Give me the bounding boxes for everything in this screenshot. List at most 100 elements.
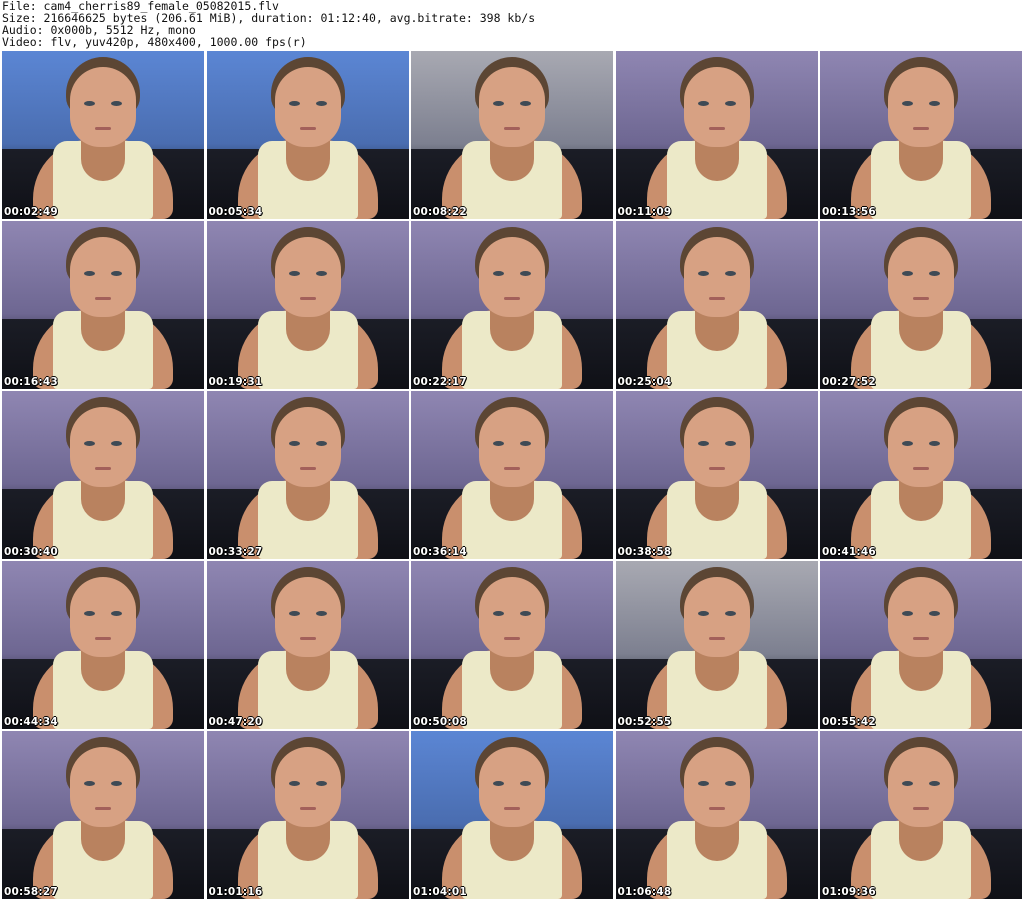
- face: [274, 237, 341, 317]
- right-eye: [315, 271, 327, 276]
- video-frame-thumbnail: 00:41:46: [820, 391, 1022, 559]
- frame-timestamp: 01:06:48: [617, 886, 672, 898]
- mouth: [504, 127, 520, 130]
- mouth: [299, 637, 316, 640]
- video-frame-thumbnail: 00:58:27: [2, 731, 204, 899]
- mouth: [95, 807, 111, 810]
- frame-timestamp: 00:25:04: [617, 376, 672, 388]
- left-eye: [697, 101, 709, 106]
- frame-timestamp: 00:47:20: [208, 716, 263, 728]
- left-eye: [902, 441, 913, 446]
- video-frame-thumbnail: 00:36:14: [411, 391, 613, 559]
- frame-timestamp: 00:52:55: [617, 716, 672, 728]
- person-figure: [23, 57, 183, 219]
- mouth: [708, 807, 725, 810]
- frame-timestamp: 00:33:27: [208, 546, 263, 558]
- video-frame-thumbnail: 00:44:34: [2, 561, 204, 729]
- left-eye: [288, 271, 300, 276]
- file-info-header: File: cam4_cherris89_female_05082015.flv…: [2, 0, 1022, 50]
- face: [683, 747, 750, 827]
- person-figure: [841, 737, 1001, 899]
- video-frame-thumbnail: 00:30:40: [2, 391, 204, 559]
- mouth: [913, 127, 929, 130]
- frame-timestamp: 00:50:08: [413, 716, 467, 728]
- person-figure: [228, 567, 388, 729]
- video-frame-thumbnail: 01:04:01: [411, 731, 613, 899]
- person-figure: [228, 397, 388, 559]
- video-frame-thumbnail: 00:25:04: [615, 221, 818, 389]
- frame-timestamp: 00:58:27: [4, 886, 58, 898]
- frame-timestamp: 00:08:22: [413, 206, 467, 218]
- person-figure: [432, 227, 592, 389]
- frame-timestamp: 00:41:46: [822, 546, 876, 558]
- left-eye: [493, 271, 504, 276]
- frame-timestamp: 00:02:49: [4, 206, 58, 218]
- person-figure: [228, 57, 388, 219]
- person-figure: [23, 397, 183, 559]
- mouth: [299, 127, 316, 130]
- face: [479, 577, 545, 657]
- frame-timestamp: 00:16:43: [4, 376, 58, 388]
- person-figure: [637, 567, 797, 729]
- video-frame-thumbnail: 00:05:34: [206, 51, 409, 219]
- left-eye: [288, 101, 300, 106]
- video-info-line: Video: flv, yuv420p, 480x400, 1000.00 fp…: [2, 35, 307, 49]
- frame-timestamp: 00:38:58: [617, 546, 672, 558]
- mouth: [504, 637, 520, 640]
- face: [70, 237, 136, 317]
- left-eye: [697, 441, 709, 446]
- left-eye: [84, 271, 95, 276]
- right-eye: [520, 781, 531, 786]
- mouth: [708, 127, 725, 130]
- right-eye: [520, 611, 531, 616]
- face: [888, 407, 954, 487]
- face: [70, 67, 136, 147]
- face: [479, 237, 545, 317]
- person-figure: [841, 567, 1001, 729]
- mouth: [95, 297, 111, 300]
- right-eye: [929, 611, 940, 616]
- person-figure: [23, 737, 183, 899]
- mouth: [504, 467, 520, 470]
- person-figure: [432, 57, 592, 219]
- video-frame-thumbnail: 01:09:36: [820, 731, 1022, 899]
- left-eye: [84, 101, 95, 106]
- right-eye: [520, 271, 531, 276]
- video-frame-thumbnail: 00:13:56: [820, 51, 1022, 219]
- video-frame-thumbnail: 00:47:20: [206, 561, 409, 729]
- left-eye: [493, 611, 504, 616]
- mouth: [95, 127, 111, 130]
- frame-timestamp: 01:09:36: [822, 886, 876, 898]
- frame-timestamp: 00:44:34: [4, 716, 58, 728]
- right-eye: [111, 441, 122, 446]
- mouth: [913, 637, 929, 640]
- right-eye: [929, 101, 940, 106]
- right-eye: [724, 441, 736, 446]
- video-frame-thumbnail: 00:02:49: [2, 51, 204, 219]
- video-frame-thumbnail: 00:19:31: [206, 221, 409, 389]
- frame-timestamp: 00:19:31: [208, 376, 263, 388]
- left-eye: [697, 611, 709, 616]
- face: [274, 67, 341, 147]
- right-eye: [315, 781, 327, 786]
- right-eye: [111, 101, 122, 106]
- video-frame-thumbnail: 01:01:16: [206, 731, 409, 899]
- mouth: [504, 807, 520, 810]
- right-eye: [724, 271, 736, 276]
- mouth: [708, 637, 725, 640]
- face: [274, 577, 341, 657]
- mouth: [913, 467, 929, 470]
- right-eye: [724, 611, 736, 616]
- left-eye: [902, 271, 913, 276]
- left-eye: [288, 781, 300, 786]
- left-eye: [493, 441, 504, 446]
- person-figure: [228, 737, 388, 899]
- video-frame-thumbnail: 00:16:43: [2, 221, 204, 389]
- frame-timestamp: 00:36:14: [413, 546, 467, 558]
- face: [479, 67, 545, 147]
- left-eye: [902, 781, 913, 786]
- face: [274, 747, 341, 827]
- face: [888, 237, 954, 317]
- left-eye: [288, 441, 300, 446]
- video-frame-thumbnail: 00:33:27: [206, 391, 409, 559]
